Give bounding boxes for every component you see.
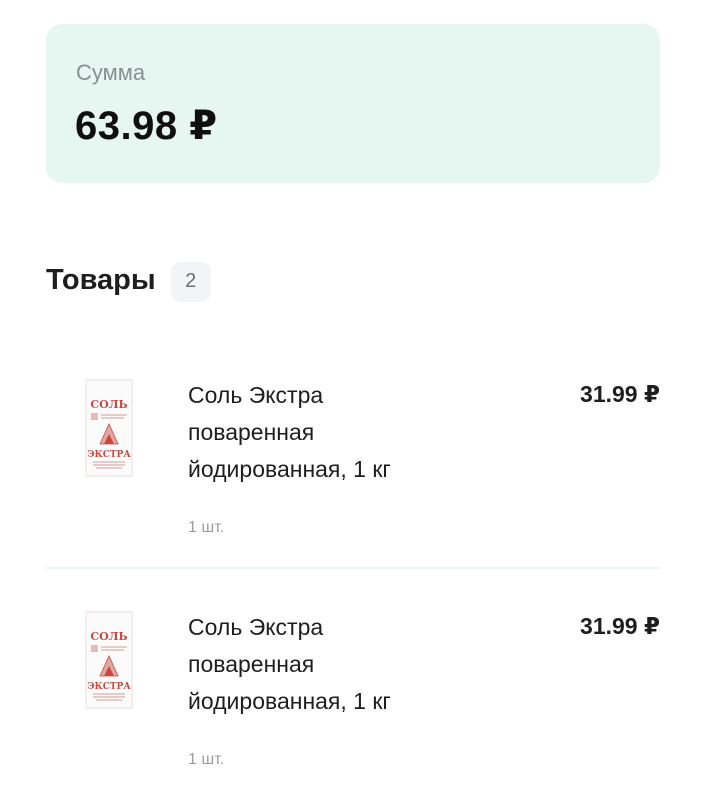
goods-item[interactable]: СОЛЬ ЭКСТРА Соль Экстра поваренная йодир… [46,592,660,792]
product-thumbnail: СОЛЬ ЭКСТРА [82,378,136,478]
total-label: Сумма [76,60,146,85]
product-name[interactable]: Соль Экстра поваренная йодированная, 1 к… [188,609,448,720]
package-label-bottom: ЭКСТРА [87,450,131,460]
product-quantity: 1 шт. [188,519,225,536]
goods-title: Товары [46,264,156,296]
product-price: 31.99 ₽ [580,381,660,407]
package-label-top: СОЛЬ [90,398,127,411]
goods-item[interactable]: СОЛЬ ЭКСТРА Соль Экстра поваренная йодир… [46,360,660,560]
item-divider [46,567,660,569]
package-label-bottom: ЭКСТРА [87,682,131,692]
product-quantity: 1 шт. [188,751,225,768]
product-price: 31.99 ₽ [580,613,660,639]
package-label-top: СОЛЬ [90,630,127,643]
total-value: 63.98 ₽ [75,104,218,148]
order-total-card: Сумма 63.98 ₽ [46,24,660,183]
goods-section-header: Товары 2 [46,258,211,302]
product-thumbnail: СОЛЬ ЭКСТРА [82,610,136,710]
goods-count-badge: 2 [170,261,211,302]
product-name[interactable]: Соль Экстра поваренная йодированная, 1 к… [188,377,448,488]
